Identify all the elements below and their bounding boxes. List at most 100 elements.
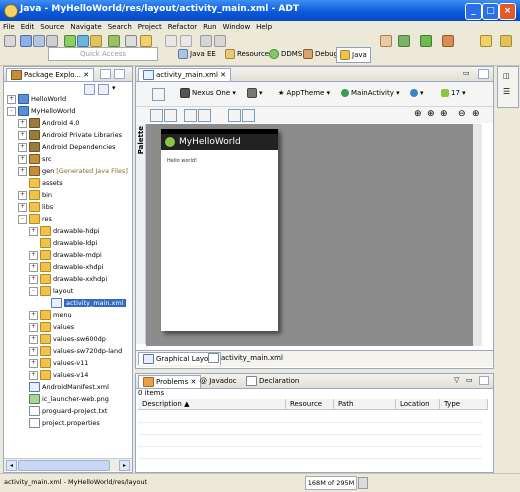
perspective-java[interactable]: Java: [336, 47, 371, 63]
view-menu-icon[interactable]: ▾: [112, 84, 121, 93]
gravity-icon[interactable]: [198, 109, 211, 122]
tree-item[interactable]: - layout: [29, 286, 73, 296]
expand-toggle-icon[interactable]: +: [18, 142, 27, 152]
expand-toggle-icon[interactable]: +: [18, 202, 27, 212]
palette-strip[interactable]: Palette: [136, 124, 146, 344]
tree-item[interactable]: + Android Private Libraries: [18, 130, 122, 140]
column-type[interactable]: Type: [440, 399, 488, 410]
tab-javadoc[interactable]: @ Javadoc: [196, 375, 241, 387]
view-menu-icon[interactable]: ▽: [454, 376, 459, 384]
collapse-toggle-icon[interactable]: -: [7, 106, 16, 116]
menu-source[interactable]: Source: [37, 21, 67, 33]
tree-item[interactable]: + drawable-xhdpi: [29, 262, 103, 272]
annotation-icon[interactable]: [180, 35, 192, 47]
menu-edit[interactable]: Edit: [18, 21, 38, 33]
back-arrow-icon[interactable]: [200, 35, 212, 47]
tree-item[interactable]: drawable-ldpi: [29, 238, 97, 248]
close-button[interactable]: ×: [499, 3, 516, 20]
tree-item[interactable]: + values: [29, 322, 74, 332]
tab-problems[interactable]: Problems ✕: [138, 375, 202, 388]
layout-height-icon[interactable]: [164, 109, 177, 122]
menu-window[interactable]: Window: [220, 21, 254, 33]
open-folder-icon[interactable]: [140, 35, 152, 47]
perspective-java-ee[interactable]: Java EE: [175, 47, 219, 61]
tree-item[interactable]: + libs: [18, 202, 53, 212]
distribute-weights-icon[interactable]: [228, 109, 241, 122]
tree-item[interactable]: + gen [Generated Java Files]: [18, 166, 128, 176]
menu-navigate[interactable]: Navigate: [67, 21, 104, 33]
forward-arrow-icon[interactable]: [214, 35, 226, 47]
tool-icon[interactable]: [125, 35, 137, 47]
tree-item[interactable]: + HelloWorld: [7, 94, 66, 104]
tab-declaration[interactable]: Declaration: [242, 375, 303, 387]
margins-icon[interactable]: [184, 109, 197, 122]
perspective-resource[interactable]: Resource: [222, 47, 272, 61]
layout-width-icon[interactable]: [150, 109, 163, 122]
maximize-view-icon[interactable]: [479, 376, 489, 385]
minimize-button[interactable]: _: [465, 3, 482, 20]
menu-refactor[interactable]: Refactor: [165, 21, 200, 33]
close-icon[interactable]: ✕: [220, 71, 226, 79]
open-perspective-icon[interactable]: [480, 35, 492, 47]
tab-package-explorer[interactable]: Package Explo... ✕: [6, 68, 95, 81]
expand-toggle-icon[interactable]: +: [7, 94, 16, 104]
tree-item[interactable]: AndroidManifest.xml: [18, 382, 109, 392]
tree-item[interactable]: + src: [18, 154, 52, 164]
garbage-collect-icon[interactable]: [358, 477, 368, 489]
maximize-view-icon[interactable]: [114, 69, 125, 79]
expand-toggle-icon[interactable]: +: [29, 226, 38, 236]
scroll-right-icon[interactable]: ▸: [119, 460, 130, 471]
zoom-actual-icon[interactable]: ⊕: [427, 109, 435, 119]
tree-item[interactable]: + values-v14: [29, 370, 88, 380]
debug-run-icon[interactable]: [398, 35, 410, 47]
scroll-thumb[interactable]: [18, 460, 110, 471]
tree-item[interactable]: + drawable-xxhdpi: [29, 274, 107, 284]
column-resource[interactable]: Resource: [286, 399, 334, 410]
expand-toggle-icon[interactable]: +: [29, 358, 38, 368]
tab-activity-main-xml[interactable]: activity_main.xml ✕: [138, 68, 232, 81]
tree-item[interactable]: - MyHelloWorld: [7, 106, 76, 116]
theme-dropdown[interactable]: ★ AppTheme ▾: [278, 87, 330, 100]
collapse-toggle-icon[interactable]: -: [29, 286, 38, 296]
expand-toggle-icon[interactable]: +: [29, 310, 38, 320]
column-description[interactable]: Description ▲: [138, 399, 286, 410]
layout-canvas[interactable]: MyHelloWorld Hello world!: [146, 124, 482, 346]
tree-item[interactable]: assets: [18, 178, 63, 188]
expand-toggle-icon[interactable]: +: [29, 250, 38, 260]
avd-manager-icon[interactable]: [77, 35, 89, 47]
expand-toggle-icon[interactable]: +: [29, 262, 38, 272]
expand-toggle-icon[interactable]: +: [18, 154, 27, 164]
search-icon[interactable]: [165, 35, 177, 47]
tab-xml-source[interactable]: activity_main.xml: [204, 352, 287, 364]
menu-run[interactable]: Run: [200, 21, 219, 33]
tree-item[interactable]: proguard-project.txt: [18, 406, 107, 416]
expand-toggle-icon[interactable]: +: [18, 130, 27, 140]
menu-file[interactable]: File: [0, 21, 18, 33]
menu-help[interactable]: Help: [253, 21, 275, 33]
tree-item[interactable]: + drawable-hdpi: [29, 226, 100, 236]
clear-weights-icon[interactable]: [242, 109, 255, 122]
tree-item[interactable]: + menu: [29, 310, 72, 320]
restore-icon[interactable]: ◫: [503, 72, 510, 80]
expand-toggle-icon[interactable]: +: [18, 190, 27, 200]
outline-icon[interactable]: ☰: [503, 87, 510, 96]
save-all-icon[interactable]: [33, 35, 45, 47]
tree-item[interactable]: + values-v11: [29, 358, 88, 368]
expand-toggle-icon[interactable]: +: [29, 274, 38, 284]
close-icon[interactable]: ✕: [83, 71, 89, 79]
new-android-project-icon[interactable]: [108, 35, 120, 47]
maximize-button[interactable]: □: [482, 3, 499, 20]
tree-item[interactable]: + Android Dependencies: [18, 142, 115, 152]
tree-item[interactable]: + values-sw720dp-land: [29, 346, 122, 356]
menu-search[interactable]: Search: [105, 21, 135, 33]
tree-item[interactable]: + Android 4.0: [18, 118, 80, 128]
tree-item[interactable]: activity_main.xml: [40, 298, 126, 308]
tree-item[interactable]: project.properties: [18, 418, 100, 428]
expand-toggle-icon[interactable]: +: [18, 118, 27, 128]
menu-project[interactable]: Project: [135, 21, 165, 33]
perspective-debug[interactable]: Debug: [300, 47, 341, 61]
external-tools-icon[interactable]: [442, 35, 454, 47]
orientation-dropdown[interactable]: ▾: [247, 87, 263, 100]
column-location[interactable]: Location: [396, 399, 440, 410]
open-type-icon[interactable]: [380, 35, 392, 47]
